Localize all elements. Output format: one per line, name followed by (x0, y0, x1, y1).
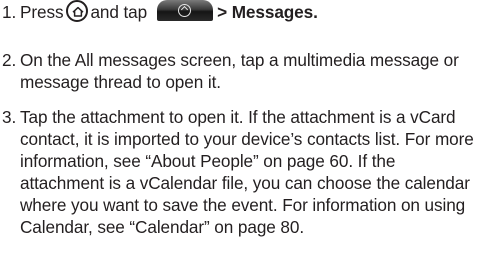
messages-label: Messages. (231, 2, 318, 22)
step-text: Tap the attachment to open it. If the at… (20, 107, 474, 237)
press-label: Press (20, 2, 64, 22)
step-number: 3. (2, 107, 17, 127)
step-text: On the All messages screen, tap a multim… (20, 50, 459, 92)
instruction-page: 1. Press and tap > Messages. 2. On the All… (0, 0, 488, 269)
step-2: 2. On the All messages screen, tap a mul… (0, 49, 482, 93)
step-text: Press and tap > Messages. (20, 0, 482, 23)
home-icon (66, 0, 89, 23)
applications-tab-icon (157, 0, 214, 21)
arrow-label: > (217, 2, 228, 22)
step-1: 1. Press and tap > Messages. (0, 0, 482, 23)
step-number: 1. (2, 2, 17, 22)
and-tap-label: and tap (90, 2, 148, 22)
step-number: 2. (2, 50, 17, 70)
chevron-up-icon (178, 3, 192, 17)
step-3: 3. Tap the attachment to open it. If the… (0, 106, 482, 238)
